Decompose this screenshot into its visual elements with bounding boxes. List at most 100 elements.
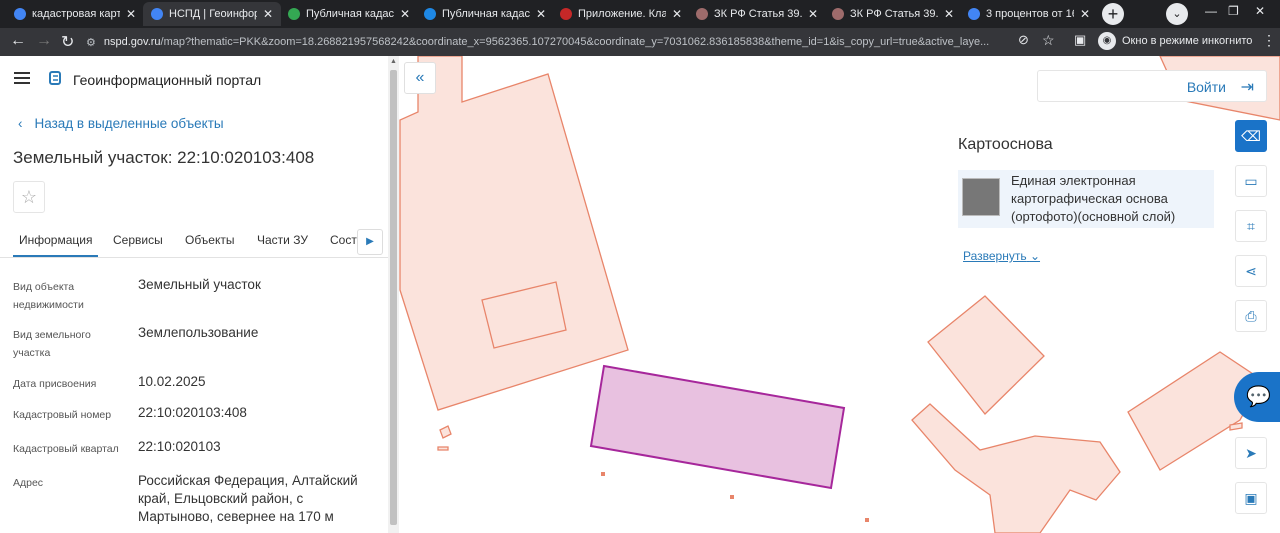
share-icon[interactable]: ⋖ — [1235, 255, 1267, 287]
land-parcel-outline — [437, 446, 449, 451]
new-tab-button[interactable]: + — [1102, 3, 1124, 25]
app-title: Геоинформационный портал — [73, 72, 262, 88]
tab-favicon-icon — [560, 8, 572, 20]
tab-close-icon[interactable]: ✕ — [400, 7, 410, 21]
scrollbar-thumb[interactable] — [390, 70, 397, 525]
layers-icon[interactable]: ▣ — [1235, 482, 1267, 514]
field-label: Кадастровый квартал — [13, 443, 119, 455]
menu-dots-icon[interactable]: ⋮ — [1262, 32, 1276, 49]
expand-link[interactable]: Развернуть ⌄ — [963, 249, 1040, 263]
field-value: Земельный участок — [138, 277, 261, 292]
field-value: 22:10:020103:408 — [138, 405, 247, 420]
browser-toolbar: ← → ↻ ⚙ nspd.gov.ru /map?thematic=PKK&zo… — [0, 28, 1280, 56]
browser-tab[interactable]: 3 процентов от 16: ✕ — [960, 2, 1098, 26]
tab-close-icon[interactable]: ✕ — [263, 7, 273, 21]
selected-parcel — [589, 364, 846, 490]
tab-close-icon[interactable]: ✕ — [536, 7, 546, 21]
tab-parts[interactable]: Части ЗУ — [257, 233, 308, 247]
ruler-icon[interactable]: ▭ — [1235, 165, 1267, 197]
basemap-item[interactable]: Единая электронная картографическая осно… — [958, 170, 1214, 228]
logo-icon — [49, 71, 61, 85]
basemap-panel: Картооснова Единая электронная картограф… — [948, 120, 1222, 280]
chevron-down-icon: ⌄ — [1029, 249, 1041, 263]
sidebar-icon[interactable]: ▣ — [1074, 32, 1086, 48]
close-window-icon[interactable]: ✕ — [1255, 4, 1265, 18]
browser-tab[interactable]: Приложение. Класс✕ — [552, 2, 690, 26]
star-icon[interactable]: ☆ — [13, 181, 45, 213]
incognito-indicator[interactable]: ◉ Окно в режиме инкогнито — [1098, 32, 1252, 50]
restore-icon[interactable]: ❐ — [1228, 4, 1239, 18]
land-parcel-outline — [1229, 422, 1243, 431]
tab-close-icon[interactable]: ✕ — [126, 7, 136, 21]
locate-icon[interactable]: ➤ — [1235, 437, 1267, 469]
tab-close-icon[interactable]: ✕ — [944, 7, 954, 21]
field-value: 10.02.2025 — [138, 374, 206, 389]
tab-objects[interactable]: Объекты — [185, 233, 235, 247]
basemap-title: Картооснова — [958, 136, 1053, 153]
tab-favicon-icon — [151, 8, 163, 20]
tab-services[interactable]: Сервисы — [113, 233, 163, 247]
browser-tab[interactable]: ЗК РФ Статья 39.6. ✕ — [688, 2, 826, 26]
scroll-up-icon[interactable]: ▲ — [390, 58, 397, 65]
chat-icon[interactable]: 💬 — [1234, 372, 1280, 422]
panel-scrollbar[interactable]: ▲ — [388, 56, 399, 533]
login-label: Войти — [1186, 79, 1226, 95]
login-button[interactable]: Войти ⇥ — [1037, 70, 1267, 102]
collapse-panel-icon[interactable]: « — [404, 62, 436, 94]
forward-arrow-icon[interactable]: → — [36, 32, 52, 50]
tab-close-icon[interactable]: ✕ — [672, 7, 682, 21]
tab-favicon-icon — [288, 8, 300, 20]
field-label: Кадастровый номер — [13, 409, 112, 421]
map-marker — [601, 472, 605, 476]
land-parcel-outline — [911, 403, 1121, 533]
minimize-icon[interactable]: — — [1205, 4, 1217, 18]
tab-close-icon[interactable]: ✕ — [808, 7, 818, 21]
browser-tab-active[interactable]: НСПД | Геоинформ✕ — [143, 2, 282, 26]
back-link-label: Назад в выделенные объекты — [34, 116, 224, 131]
tab-favicon-icon — [968, 8, 980, 20]
land-parcel-outline — [439, 425, 452, 439]
browser-tab[interactable]: ЗК РФ Статья 39.8. ✕ — [824, 2, 962, 26]
tabs-next-icon[interactable]: ▶ — [357, 229, 383, 255]
info-tabs: Информация Сервисы Объекты Части ЗУ Сост… — [0, 225, 388, 258]
tab-favicon-icon — [832, 8, 844, 20]
chevron-left-icon: ‹ — [18, 116, 23, 131]
print-icon[interactable]: ⎙ — [1235, 300, 1267, 332]
hamburger-icon[interactable] — [14, 72, 30, 84]
tab-information[interactable]: Информация — [13, 233, 99, 257]
incognito-icon: ◉ — [1098, 32, 1116, 50]
basemap-thumbnail — [962, 178, 1000, 216]
back-arrow-icon[interactable]: ← — [10, 32, 26, 50]
basemap-item-label: Единая электронная картографическая осно… — [1011, 173, 1176, 224]
tab-favicon-icon — [696, 8, 708, 20]
eraser-icon[interactable]: ⌫ — [1235, 120, 1267, 152]
bookmark-star-icon[interactable]: ☆ — [1042, 32, 1055, 49]
site-info-icon[interactable]: ⚙ — [86, 36, 96, 49]
land-parcel-outline — [927, 295, 1045, 415]
browser-tab[interactable]: кадастровая карта ✕ — [6, 2, 144, 26]
field-label: Дата присвоения — [13, 378, 97, 390]
browser-tab-bar: кадастровая карта✕ НСПД | Геоинформ✕ Пуб… — [0, 0, 1280, 28]
tab-search-icon[interactable]: ⌄ — [1166, 3, 1188, 25]
address-bar[interactable]: ⚙ nspd.gov.ru /map?thematic=PKK&zoom=18.… — [86, 31, 1066, 53]
tab-favicon-icon — [14, 8, 26, 20]
field-label: Вид объекта недвижимости — [13, 281, 84, 311]
field-label: Адрес — [13, 477, 44, 489]
tab-close-icon[interactable]: ✕ — [1080, 7, 1090, 21]
url-path: /map?thematic=PKK&zoom=18.26882195756824… — [160, 36, 990, 48]
field-label: Вид земельного участка — [13, 329, 91, 359]
eye-off-icon[interactable]: ⊘ — [1018, 32, 1029, 48]
url-host: nspd.gov.ru — [103, 36, 161, 48]
object-title: Земельный участок: 22:10:020103:408 — [13, 148, 315, 167]
map-marker — [865, 518, 869, 522]
select-icon[interactable]: ⌗ — [1235, 210, 1267, 242]
browser-tab[interactable]: Публичная кадастр✕ — [416, 2, 554, 26]
back-link[interactable]: ‹ Назад в выделенные объекты — [18, 116, 224, 131]
browser-tab[interactable]: Публичная кадастр✕ — [280, 2, 418, 26]
field-value: 22:10:020103 — [138, 439, 221, 454]
reload-icon[interactable]: ↻ — [61, 32, 74, 52]
field-value: Российская Федерация, Алтайский край, Ел… — [138, 473, 358, 524]
map-marker — [730, 495, 734, 499]
field-value: Землепользование — [138, 325, 259, 340]
tab-favicon-icon — [424, 8, 436, 20]
